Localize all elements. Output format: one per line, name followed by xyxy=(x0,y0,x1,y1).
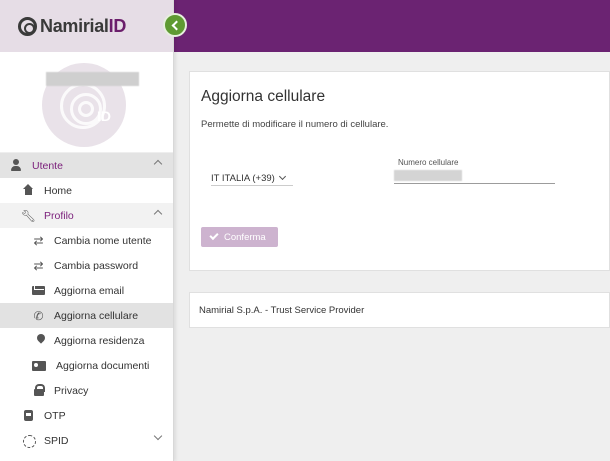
sidebar-item-label: SPID xyxy=(44,434,69,447)
country-code-select[interactable]: IT ITALIA (+39) xyxy=(211,171,293,186)
sidebar-item-home[interactable]: Home xyxy=(0,178,173,203)
sidebar-item-cambia-nome-utente[interactable]: ⇄ Cambia nome utente xyxy=(0,228,173,253)
sidebar-item-label: Cambia nome utente xyxy=(54,234,152,247)
page-description: Permette di modificare il numero di cell… xyxy=(201,119,389,130)
map-pin-icon xyxy=(34,334,47,347)
sidebar-item-aggiorna-cellulare[interactable]: ✆ Aggiorna cellulare xyxy=(0,303,173,328)
sidebar-item-aggiorna-email[interactable]: Aggiorna email xyxy=(0,278,173,303)
sidebar-item-label: Aggiorna residenza xyxy=(54,334,145,347)
fingerprint-icon xyxy=(22,434,36,448)
sidebar-item-label: Cambia password xyxy=(54,259,139,272)
swap-icon: ⇄ xyxy=(33,233,44,248)
chevron-down-icon xyxy=(153,431,163,441)
phone-number-input[interactable] xyxy=(394,169,555,184)
brand-logo[interactable]: NamirialID xyxy=(0,0,173,52)
swap-icon: ⇄ xyxy=(33,258,44,273)
chevron-down-icon xyxy=(278,172,286,181)
brand-name-main: Namirial xyxy=(40,15,109,36)
sidebar-item-otp[interactable]: OTP xyxy=(0,403,173,428)
chevron-up-icon xyxy=(153,159,163,169)
footer: Namirial S.p.A. - Trust Service Provider xyxy=(189,292,610,328)
phone-icon: ✆ xyxy=(33,308,44,323)
sidebar-item-label: Aggiorna email xyxy=(54,284,125,297)
namirial-logo-icon xyxy=(18,16,37,36)
sidebar-item-profilo[interactable]: 🔧︎ Profilo xyxy=(0,203,173,228)
sidebar-item-spid[interactable]: SPID xyxy=(0,428,173,453)
sidebar-item-privacy[interactable]: Privacy xyxy=(0,378,173,403)
sidebar-item-aggiorna-residenza[interactable]: Aggiorna residenza xyxy=(0,328,173,353)
sidebar: NamirialID ID Utente Home 🔧︎ Profilo ⇄ C… xyxy=(0,0,174,461)
sidebar-item-aggiorna-documenti[interactable]: Aggiorna documenti xyxy=(0,353,173,378)
confirm-button[interactable]: Conferma xyxy=(201,227,278,247)
chevron-up-icon xyxy=(153,209,163,219)
id-card-icon xyxy=(32,359,46,372)
brand-name: NamirialID xyxy=(40,16,126,37)
user-name-redacted xyxy=(46,72,139,86)
envelope-icon xyxy=(32,284,45,297)
phone-field-label: Numero cellulare xyxy=(398,158,459,167)
collapse-sidebar-button[interactable] xyxy=(163,13,187,37)
footer-text: Namirial S.p.A. - Trust Service Provider xyxy=(199,304,365,316)
country-code-value: IT ITALIA (+39) xyxy=(211,172,275,184)
sidebar-item-label: Profilo xyxy=(44,209,74,222)
avatar-id-mark: ID xyxy=(97,108,111,124)
page-title: Aggiorna cellulare xyxy=(201,88,326,105)
chevron-left-icon xyxy=(171,20,182,30)
check-icon xyxy=(209,230,219,241)
top-bar xyxy=(174,0,610,52)
brand-name-id: ID xyxy=(108,15,127,36)
sidebar-item-label: Home xyxy=(44,184,73,197)
lock-icon xyxy=(32,384,45,397)
confirm-button-label: Conferma xyxy=(224,231,266,243)
otp-token-icon xyxy=(22,409,35,422)
sidebar-menu: Utente Home 🔧︎ Profilo ⇄ Cambia nome ute… xyxy=(0,153,173,453)
sidebar-item-utente[interactable]: Utente xyxy=(0,153,173,178)
wrench-icon: 🔧︎ xyxy=(20,208,37,223)
sidebar-item-label: Privacy xyxy=(54,384,89,397)
sidebar-item-cambia-password[interactable]: ⇄ Cambia password xyxy=(0,253,173,278)
home-icon xyxy=(22,184,35,197)
sidebar-item-label: Aggiorna cellulare xyxy=(54,309,139,322)
sidebar-item-label: OTP xyxy=(44,409,66,422)
phone-number-redacted xyxy=(394,170,462,181)
sidebar-item-label: Aggiorna documenti xyxy=(56,359,150,372)
sidebar-item-label: Utente xyxy=(32,159,63,172)
update-phone-card: Aggiorna cellulare Permette di modificar… xyxy=(189,71,610,271)
user-profile: ID xyxy=(0,52,173,153)
user-icon xyxy=(10,159,23,172)
